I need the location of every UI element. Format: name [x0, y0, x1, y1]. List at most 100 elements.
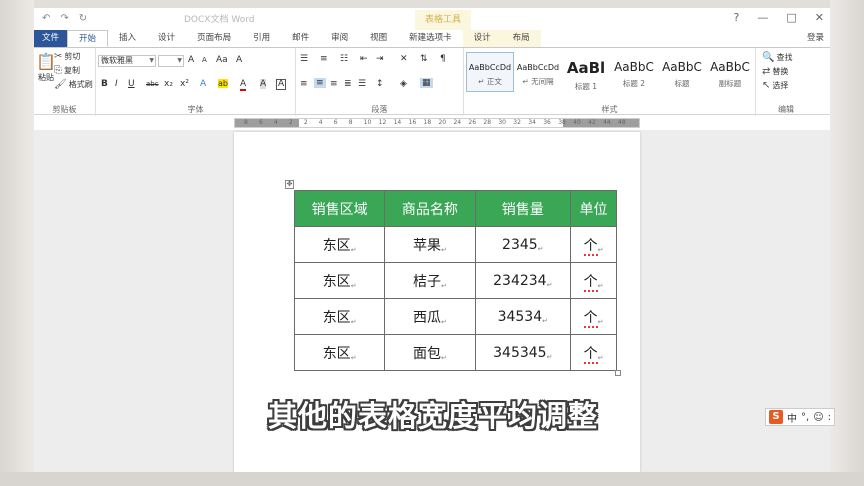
- table-move-handle-icon[interactable]: ✥: [285, 180, 294, 189]
- align-center-icon[interactable]: ≡: [314, 78, 326, 88]
- italic-button[interactable]: I: [115, 79, 118, 89]
- shrink-font-button[interactable]: A: [202, 56, 207, 64]
- tab-mailings[interactable]: 邮件: [281, 30, 320, 47]
- tab-references[interactable]: 引用: [242, 30, 281, 47]
- replace-button[interactable]: ⇄ 替换: [762, 66, 788, 77]
- sales-table[interactable]: 销售区域 商品名称 销售量 单位 东区↵ 苹果↵ 2345↵ 个↵ 东区↵ 桔子…: [293, 190, 617, 371]
- bold-button[interactable]: B: [101, 79, 108, 89]
- paste-button[interactable]: 📋 粘贴: [36, 54, 56, 83]
- table-cell[interactable]: 个↵: [570, 334, 617, 371]
- character-shading-button[interactable]: A: [260, 79, 267, 89]
- table-cell[interactable]: 个↵: [570, 226, 617, 263]
- line-spacing-icon[interactable]: ↕: [376, 79, 384, 89]
- find-button[interactable]: 🔍 查找: [762, 52, 792, 63]
- clear-format-button[interactable]: A: [236, 55, 242, 65]
- cell-text: 苹果: [412, 237, 441, 254]
- table-resize-handle[interactable]: [615, 370, 621, 376]
- text-effects-button[interactable]: A: [200, 79, 206, 89]
- ime-more[interactable]: :: [828, 412, 831, 423]
- table-cell[interactable]: 面包↵: [384, 334, 476, 371]
- tab-file[interactable]: 文件: [34, 30, 68, 47]
- table-cell[interactable]: 苹果↵: [384, 226, 476, 263]
- table-cell[interactable]: 2345↵: [474, 226, 572, 263]
- tab-table-design[interactable]: 设计: [462, 30, 502, 47]
- table-cell[interactable]: 东区↵: [293, 262, 386, 299]
- table-cell[interactable]: 东区↵: [293, 298, 386, 335]
- window-title: DOCX文档 Word: [184, 15, 255, 25]
- align-right-icon[interactable]: ≡: [330, 79, 338, 89]
- table-cell[interactable]: 234234↵: [474, 262, 572, 299]
- sign-in-link[interactable]: 登录: [801, 30, 830, 47]
- close-icon[interactable]: ✕: [815, 11, 824, 24]
- strikethrough-button[interactable]: abc: [146, 80, 159, 88]
- sogou-logo-icon[interactable]: S: [769, 410, 783, 424]
- repeat-icon[interactable]: ↻: [79, 13, 87, 24]
- redo-icon[interactable]: ↷: [60, 13, 68, 24]
- show-marks-icon[interactable]: ¶: [440, 54, 446, 64]
- ribbon: 📋 粘贴 ✂ 剪切 ⎘ 复制 🖌 格式刷 剪贴板 微软雅黑 ▼ ▼ A A Aa A B…: [34, 47, 830, 116]
- decrease-indent-icon[interactable]: ⇤: [360, 54, 368, 64]
- change-case-button[interactable]: Aa: [216, 55, 228, 65]
- character-border-button[interactable]: A: [276, 79, 287, 90]
- ime-mode[interactable]: 中: [787, 410, 797, 425]
- numbering-icon[interactable]: ≡: [320, 54, 328, 64]
- tab-view[interactable]: 视图: [359, 30, 398, 47]
- emoji-icon[interactable]: ☺: [813, 412, 823, 423]
- multilevel-list-icon[interactable]: ☷: [340, 54, 348, 64]
- table-cell[interactable]: 东区↵: [293, 226, 386, 263]
- style-normal[interactable]: AaBbCcDd ↵ 正文: [466, 52, 514, 92]
- style-subtitle[interactable]: AaBbC 副标题: [706, 52, 754, 92]
- table-cell[interactable]: 34534↵: [474, 298, 572, 335]
- font-size-select[interactable]: ▼: [158, 55, 184, 67]
- copy-button[interactable]: ⎘ 复制: [54, 65, 80, 76]
- borders-icon[interactable]: ▦: [420, 78, 433, 88]
- table-cell[interactable]: 345345↵: [474, 334, 572, 371]
- tab-new-tab[interactable]: 新建选项卡: [398, 30, 463, 47]
- tab-insert[interactable]: 插入: [108, 30, 147, 47]
- select-button[interactable]: ↖ 选择: [762, 80, 788, 91]
- shading-icon[interactable]: ◈: [400, 79, 407, 89]
- tab-review[interactable]: 审阅: [320, 30, 359, 47]
- format-painter-button[interactable]: 🖌 格式刷: [54, 79, 93, 90]
- style-heading-2[interactable]: AaBbC 标题 2: [610, 52, 658, 92]
- chinese-layout-icon[interactable]: ✕: [400, 54, 408, 64]
- help-icon[interactable]: ?: [734, 11, 740, 24]
- style-title[interactable]: AaBbC 标题: [658, 52, 706, 92]
- table-cell[interactable]: 桔子↵: [384, 262, 476, 299]
- cut-button[interactable]: ✂ 剪切: [54, 51, 80, 62]
- font-name-select[interactable]: 微软雅黑 ▼: [98, 55, 156, 67]
- font-color-button[interactable]: A: [240, 79, 247, 91]
- table-cell[interactable]: 个↵: [570, 298, 617, 335]
- ruler-tick-label: 40: [573, 119, 581, 126]
- align-left-icon[interactable]: ≡: [300, 79, 308, 89]
- search-icon: 🔍: [762, 51, 775, 63]
- header-cell[interactable]: 销售区域: [293, 190, 386, 227]
- distributed-icon[interactable]: ☰: [358, 79, 366, 89]
- table-cell[interactable]: 东区↵: [293, 334, 386, 371]
- horizontal-ruler[interactable]: 8 6 4 2 2 4 6 8 10 12 14 16 18 20 24 26 28 30 32 34 36 38 40 42…: [234, 118, 640, 128]
- grow-font-button[interactable]: A: [188, 55, 194, 65]
- style-no-spacing[interactable]: AaBbCcDd ↵ 无间隔: [514, 52, 562, 92]
- ime-punctuation[interactable]: °,: [801, 412, 809, 423]
- undo-icon[interactable]: ↶: [42, 13, 50, 24]
- table-cell[interactable]: 个↵: [570, 262, 617, 299]
- tab-page-layout[interactable]: 页面布局: [186, 30, 242, 47]
- header-cell[interactable]: 单位: [570, 190, 617, 227]
- header-cell[interactable]: 销售量: [474, 190, 572, 227]
- style-heading-1[interactable]: AaBl 标题 1: [562, 52, 610, 92]
- minimize-icon[interactable]: —: [757, 11, 768, 24]
- header-cell[interactable]: 商品名称: [384, 190, 476, 227]
- sort-icon[interactable]: ⇅: [420, 54, 428, 64]
- superscript-button[interactable]: x²: [180, 79, 189, 89]
- justify-icon[interactable]: ≣: [344, 79, 352, 89]
- tab-design[interactable]: 设计: [147, 30, 186, 47]
- underline-button[interactable]: U: [128, 79, 135, 89]
- highlight-button[interactable]: ab: [218, 79, 228, 88]
- tab-home[interactable]: 开始: [67, 30, 109, 47]
- subscript-button[interactable]: x₂: [164, 79, 173, 89]
- tab-table-layout[interactable]: 布局: [501, 30, 541, 47]
- maximize-icon[interactable]: □: [786, 11, 796, 24]
- table-cell[interactable]: 西瓜↵: [384, 298, 476, 335]
- increase-indent-icon[interactable]: ⇥: [376, 54, 384, 64]
- bullets-icon[interactable]: ☰: [300, 54, 308, 64]
